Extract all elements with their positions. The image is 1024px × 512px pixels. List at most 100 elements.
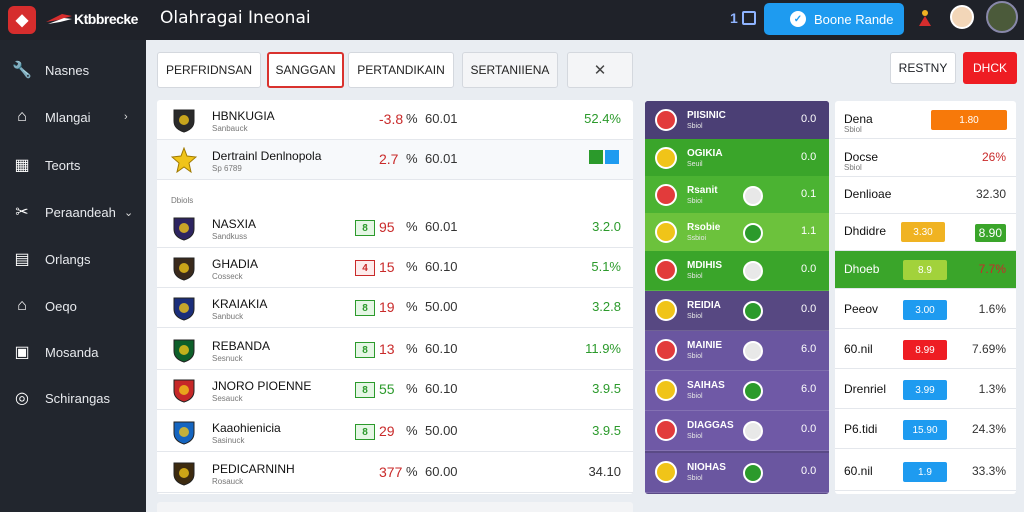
notification-counter[interactable]: 1 — [730, 10, 756, 26]
team-crest-icon — [655, 419, 677, 441]
total-value: 3.9.5 — [592, 423, 621, 438]
check-button[interactable]: DHCK — [963, 52, 1017, 84]
sidebar-item-mosanda[interactable]: ▣ Mosanda — [0, 332, 146, 372]
table-row[interactable]: HBNKUGIA Sanbauck -3.8% 60.01 52.4% — [157, 100, 633, 140]
match-score: 6.0 — [801, 383, 817, 395]
brand-name: Ktbbrecke — [74, 11, 138, 27]
reset-button[interactable]: RESTNY — [890, 52, 956, 84]
team-crest-icon — [171, 419, 197, 445]
odds-row[interactable]: 60.nil 8.99 7.69% — [835, 331, 1016, 369]
sidebar-item-nasnes[interactable]: 🔧 Nasnes — [0, 50, 146, 90]
matchup-row[interactable]: SAIHAS Sbiol 6.0 — [645, 371, 829, 411]
odds-chip[interactable]: 15.90 — [903, 420, 947, 440]
sidebar-item-label: Orlangs — [45, 251, 91, 267]
value-change: 19 — [379, 299, 395, 315]
wrench-icon: 🔧 — [12, 62, 32, 79]
matchup-row[interactable]: Rsobie Ssbioi 1.1 — [645, 213, 829, 253]
sidebar-item-schirangas[interactable]: ◎ Schirangas — [0, 378, 146, 418]
match-score: 1.1 — [801, 225, 817, 237]
odds-row[interactable]: Drenriel 3.99 1.3% — [835, 371, 1016, 409]
matchup-row[interactable]: REIDIA Sbiol 0.0 — [645, 291, 829, 331]
sidebar: 🔧 Nasnes ⌂ Mlangai › ▦ Teorts ✂ Peraande… — [0, 40, 146, 512]
opponent-crest-icon — [743, 381, 763, 401]
table-row[interactable]: KRAIAKIA Sanbuck 8 19% 50.00 3.2.8 — [157, 288, 633, 328]
odds-value: 1.6% — [978, 302, 1006, 316]
points-value: 60.10 — [425, 341, 458, 356]
close-tab-button[interactable]: ✕ — [567, 52, 633, 88]
cta-label: Boone Rande — [814, 11, 894, 27]
alert-icon[interactable] — [916, 8, 934, 28]
counter-value: 1 — [730, 10, 738, 26]
sidebar-item-teorts[interactable]: ▦ Teorts — [0, 145, 146, 185]
odds-chip[interactable]: 8.99 — [903, 340, 947, 360]
sidebar-item-label: Mosanda — [45, 344, 99, 360]
form-badge: 4 — [355, 260, 375, 276]
table-row[interactable]: JNORO PIOENNE Sesauck 8 55% 60.10 3.9.5 — [157, 370, 633, 410]
team-name: OGIKIA — [687, 148, 723, 159]
market-subtitle: Sbiol — [844, 163, 862, 172]
team-subtitle: Ssbioi — [687, 235, 707, 242]
odds-value: 24.3% — [971, 422, 1006, 436]
table-row[interactable]: GHADIA Cosseck 4 15% 60.10 5.1% — [157, 248, 633, 288]
tab-sertaniiena[interactable]: SERTANIIENA — [462, 52, 558, 88]
odds-row[interactable]: Dhoeb 8.9 7.7% — [835, 251, 1016, 289]
odds-row[interactable]: 60.nil 1.9 33.3% — [835, 453, 1016, 491]
sidebar-item-label: Mlangai — [45, 109, 91, 125]
market-name: Drenriel — [844, 382, 887, 396]
odds-row[interactable]: Docse Sbiol 26% — [835, 139, 1016, 177]
refresh-icon: ◎ — [15, 390, 29, 407]
bottom-scroll-area[interactable] — [157, 502, 633, 512]
team-crest-icon — [171, 460, 197, 486]
team-crest-icon — [655, 379, 677, 401]
stats-icon[interactable] — [589, 150, 619, 164]
odds-row[interactable]: Dena Sbiol 1.80 — [835, 101, 1016, 139]
team-crest-icon — [655, 221, 677, 243]
sidebar-item-orlangs[interactable]: ▤ Orlangs — [0, 239, 146, 279]
table-row[interactable]: NASXIA Sandkuss 8 95% 60.01 3.2.0 — [157, 208, 633, 248]
sidebar-item-label: Schirangas — [45, 390, 111, 406]
odds-panel: Dena Sbiol 1.80 Docse Sbiol 26% Denlioae 32.30 D… — [835, 101, 1016, 494]
total-value: 5.1% — [591, 259, 621, 274]
team-subtitle: Seuil — [687, 161, 703, 168]
points-value: 60.10 — [425, 381, 458, 396]
table-row[interactable]: Kaaohienicia Sasinuck 8 29% 50.00 3.9.5 — [157, 412, 633, 452]
matchup-row[interactable]: MAINIE Sbiol 6.0 — [645, 331, 829, 371]
market-name: Denlioae — [844, 187, 892, 201]
opponent-crest-icon — [743, 186, 763, 206]
odds-row[interactable]: P6.tidi 15.90 24.3% — [835, 411, 1016, 449]
opponent-crest-icon — [743, 421, 763, 441]
table-row[interactable]: REBANDA Sesnuck 8 13% 60.10 11.9% — [157, 330, 633, 370]
odds-chip[interactable]: 3.30 — [901, 222, 945, 242]
odds-chip[interactable]: 8.9 — [903, 260, 947, 280]
matchup-row[interactable]: OGIKIA Seuil 0.0 — [645, 139, 829, 179]
tab-sanggan[interactable]: SANGGAN — [267, 52, 344, 88]
sidebar-item-peraandeah[interactable]: ✂ Peraandeah ⌄ — [0, 192, 146, 232]
market-subtitle: Sbiol — [844, 125, 862, 134]
sidebar-item-oeqo[interactable]: ⌂ Oeqo — [0, 286, 146, 326]
odds-row[interactable]: Denlioae 32.30 — [835, 176, 1016, 214]
sidebar-item-mlangai[interactable]: ⌂ Mlangai › — [0, 97, 146, 137]
matchup-row[interactable]: MDIHIS Sbiol 0.0 — [645, 251, 829, 291]
matchup-row[interactable]: PIISINIC Sbiol 0.0 — [645, 101, 829, 141]
table-row[interactable]: PEDICARNINH Rosauck 377% 60.00 34.10 — [157, 453, 633, 493]
team-name: Rsobie — [687, 222, 721, 233]
team-name: PIISINIC — [687, 110, 726, 121]
tab-perfridnsan[interactable]: PERFRIDNSAN — [157, 52, 261, 88]
user-avatar[interactable] — [986, 1, 1018, 33]
home-icon: ⌂ — [17, 108, 27, 125]
odds-chip[interactable]: 1.80 — [931, 110, 1007, 130]
table-row[interactable]: Dertrainl Denlnopola Sp 6789 2.7% 60.01 — [157, 140, 633, 180]
tab-pertandikain[interactable]: PERTANDIKAIN — [348, 52, 454, 88]
team-crest-icon — [655, 461, 677, 483]
odds-chip[interactable]: 3.00 — [903, 300, 947, 320]
matchup-row[interactable]: DIAGGAS Sbiol 0.0 — [645, 411, 829, 451]
matchup-row[interactable]: NIOHAS Sbiol 0.0 — [645, 453, 829, 493]
odds-row[interactable]: Peeov 3.00 1.6% — [835, 291, 1016, 329]
odds-chip[interactable]: 1.9 — [903, 462, 947, 482]
app-logo[interactable]: ◆ — [8, 6, 36, 34]
matchup-row[interactable]: Rsanit Sbioi 0.1 — [645, 176, 829, 216]
odds-chip[interactable]: 3.99 — [903, 380, 947, 400]
cta-button[interactable]: ✓ Boone Rande — [764, 3, 904, 35]
avatar[interactable] — [950, 5, 974, 29]
odds-row[interactable]: Dhdidre 3.30 8.90 — [835, 213, 1016, 251]
